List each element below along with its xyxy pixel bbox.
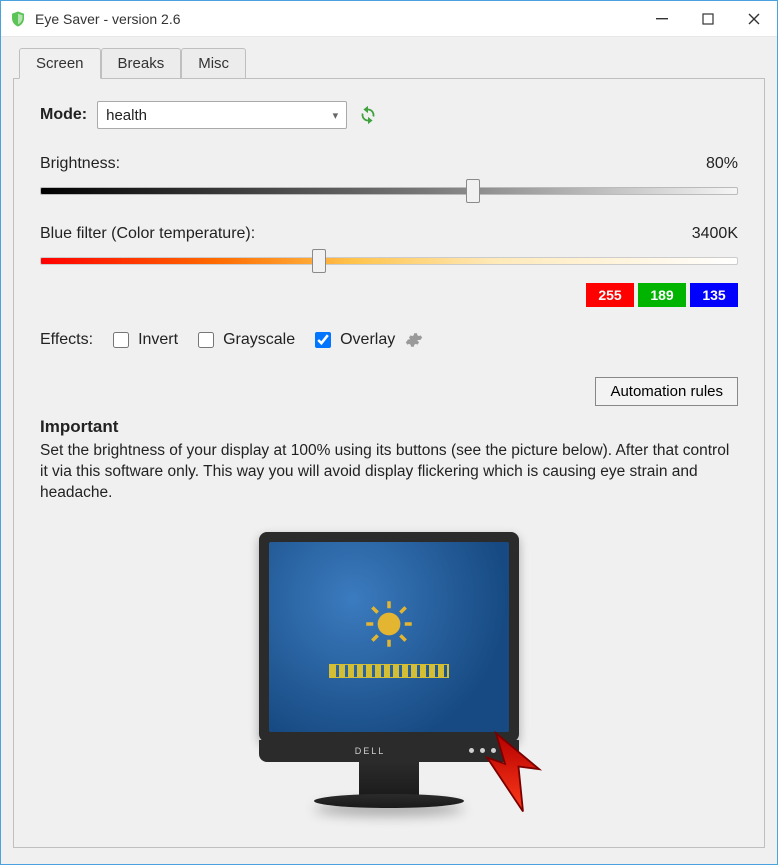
mode-row: Mode: health ▾	[40, 101, 738, 129]
rgb-r-value: 255	[586, 283, 634, 307]
chevron-down-icon: ▾	[333, 109, 339, 122]
monitor-stand	[359, 762, 419, 800]
blue-filter-block: Blue filter (Color temperature): 3400K 2…	[40, 225, 738, 307]
blue-filter-thumb[interactable]	[312, 249, 326, 273]
rgb-b-value: 135	[690, 283, 738, 307]
monitor-illustration: DELL	[40, 532, 738, 800]
tab-screen[interactable]: Screen	[19, 48, 101, 79]
minimize-button[interactable]	[639, 1, 685, 36]
gear-icon[interactable]	[405, 331, 423, 349]
blue-filter-track	[40, 257, 738, 265]
grayscale-label: Grayscale	[223, 331, 295, 349]
overlay-checkbox-wrap[interactable]: Overlay	[311, 329, 395, 351]
automation-rules-button[interactable]: Automation rules	[595, 377, 738, 406]
tabstrip: Screen Breaks Misc	[19, 47, 765, 78]
osd-progress-bar	[329, 664, 449, 678]
mode-value: health	[106, 107, 147, 124]
brightness-block: Brightness: 80%	[40, 155, 738, 203]
tab-misc[interactable]: Misc	[181, 48, 246, 79]
refresh-icon[interactable]	[357, 104, 379, 126]
titlebar: Eye Saver - version 2.6	[1, 1, 777, 37]
tab-breaks[interactable]: Breaks	[101, 48, 182, 79]
important-block: Important Set the brightness of your dis…	[40, 417, 738, 504]
rgb-readout: 255 189 135	[40, 283, 738, 307]
tab-label: Screen	[36, 55, 84, 72]
overlay-checkbox[interactable]	[315, 332, 331, 348]
grayscale-checkbox-wrap[interactable]: Grayscale	[194, 329, 295, 351]
app-shield-icon	[9, 10, 27, 28]
automation-rules-label: Automation rules	[610, 383, 723, 400]
overlay-label: Overlay	[340, 331, 395, 349]
important-heading: Important	[40, 417, 738, 437]
monitor-brand: DELL	[355, 746, 386, 756]
monitor-screen	[269, 542, 509, 732]
invert-checkbox-wrap[interactable]: Invert	[109, 329, 178, 351]
sun-moon-icon	[361, 596, 417, 652]
monitor-bezel	[259, 532, 519, 742]
window-title: Eye Saver - version 2.6	[35, 11, 639, 27]
brightness-label: Brightness:	[40, 155, 120, 173]
important-body: Set the brightness of your display at 10…	[40, 441, 738, 504]
brightness-thumb[interactable]	[466, 179, 480, 203]
invert-label: Invert	[138, 331, 178, 349]
brightness-value: 80%	[706, 155, 738, 173]
effects-label: Effects:	[40, 331, 93, 349]
effects-row: Effects: Invert Grayscale Overlay	[40, 329, 738, 351]
maximize-button[interactable]	[685, 1, 731, 36]
tab-label: Misc	[198, 55, 229, 72]
grayscale-checkbox[interactable]	[198, 332, 214, 348]
blue-filter-slider[interactable]	[40, 249, 738, 273]
blue-filter-label: Blue filter (Color temperature):	[40, 225, 255, 243]
mode-combobox[interactable]: health ▾	[97, 101, 347, 129]
blue-filter-value: 3400K	[692, 225, 738, 243]
window-controls	[639, 1, 777, 36]
close-button[interactable]	[731, 1, 777, 36]
brightness-slider[interactable]	[40, 179, 738, 203]
tab-label: Breaks	[118, 55, 165, 72]
client-area: Screen Breaks Misc Mode: health ▾ Bright…	[1, 37, 777, 864]
tab-panel-screen: Mode: health ▾ Brightness: 80%	[13, 78, 765, 848]
application-window: Eye Saver - version 2.6 Screen Breaks Mi…	[0, 0, 778, 865]
pointer-arrow-icon	[469, 726, 559, 816]
mode-label: Mode:	[40, 106, 87, 124]
invert-checkbox[interactable]	[113, 332, 129, 348]
brightness-track	[40, 187, 738, 195]
rgb-g-value: 189	[638, 283, 686, 307]
